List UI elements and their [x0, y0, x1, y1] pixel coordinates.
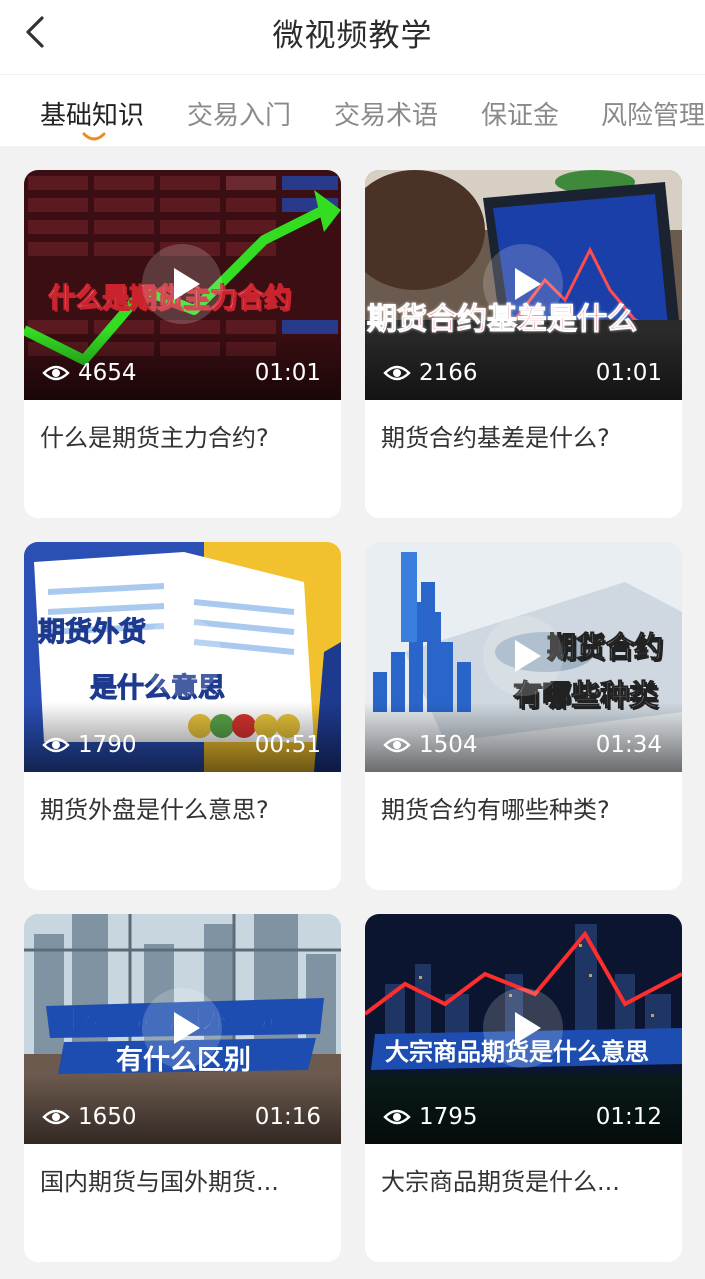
- play-button[interactable]: [142, 244, 222, 324]
- video-duration: 01:12: [595, 1104, 662, 1130]
- video-thumbnail: 期货合约基差是什么 2166 01:01: [365, 170, 682, 400]
- eye-icon: [383, 737, 411, 753]
- play-icon: [174, 268, 200, 300]
- view-count: 1504: [383, 732, 478, 758]
- view-count: 1795: [383, 1104, 478, 1130]
- view-count-value: 1790: [78, 732, 137, 758]
- video-title: 国内期货与国外期货...: [40, 1168, 279, 1196]
- video-title: 期货外盘是什么意思?: [40, 796, 269, 824]
- tab-trading-terms[interactable]: 交易术语: [334, 95, 438, 132]
- tab-trading-intro[interactable]: 交易入门: [187, 95, 291, 132]
- play-button[interactable]: [483, 988, 563, 1068]
- eye-icon: [42, 365, 70, 381]
- view-count-value: 2166: [419, 360, 478, 386]
- video-thumbnail: 期货外货 是什么意思 1790 00:51: [24, 542, 341, 772]
- play-button[interactable]: [483, 244, 563, 324]
- video-title: 什么是期货主力合约?: [40, 424, 269, 452]
- view-count-value: 1650: [78, 1104, 137, 1130]
- video-thumbnail: 大宗商品期货是什么意思 1795 01:12: [365, 914, 682, 1144]
- play-icon: [515, 268, 541, 300]
- video-duration: 00:51: [254, 732, 321, 758]
- thumbnail-overlay-text: 期货合约: [546, 630, 664, 665]
- video-duration: 01:01: [595, 360, 662, 386]
- video-card[interactable]: 国内期货与国外期货 有什么区别 1650 01:16 国内期货与国外期货...: [24, 914, 341, 1262]
- tab-basics[interactable]: 基础知识: [40, 95, 144, 132]
- eye-icon: [42, 1109, 70, 1125]
- view-count-value: 4654: [78, 360, 137, 386]
- video-duration: 01:34: [595, 732, 662, 758]
- video-thumbnail: 期货合约 有哪些种类 1504 01:34: [365, 542, 682, 772]
- play-icon: [515, 1012, 541, 1044]
- video-card[interactable]: 大宗商品期货是什么意思 1795 01:12 大宗商品期货是什么...: [365, 914, 682, 1262]
- page-title: 微视频教学: [272, 18, 433, 54]
- category-tabs: 基础知识 交易入门 交易术语 保证金 风险管理: [0, 74, 705, 146]
- video-card[interactable]: 什么是期货主力合约 4654 01:01 什么是期货主力合约?: [24, 170, 341, 518]
- eye-icon: [383, 1109, 411, 1125]
- video-card[interactable]: 期货合约基差是什么 2166 01:01 期货合约基差是什么?: [365, 170, 682, 518]
- play-button[interactable]: [142, 616, 222, 696]
- video-title: 期货合约基差是什么?: [381, 424, 610, 452]
- video-duration: 01:16: [254, 1104, 321, 1130]
- play-icon: [174, 640, 200, 672]
- video-title: 大宗商品期货是什么...: [381, 1168, 620, 1196]
- eye-icon: [42, 737, 70, 753]
- top-bar: 微视频教学: [0, 0, 705, 74]
- thumbnail-overlay-text: 期货外货: [38, 617, 147, 649]
- eye-icon: [383, 365, 411, 381]
- play-icon: [515, 640, 541, 672]
- play-button[interactable]: [142, 988, 222, 1068]
- video-card[interactable]: 期货合约 有哪些种类 1504 01:34 期货合约有哪些种类?: [365, 542, 682, 890]
- video-card[interactable]: 期货外货 是什么意思 1790 00:51 期货外盘是什么意思?: [24, 542, 341, 890]
- active-tab-indicator: [82, 132, 106, 141]
- view-count-value: 1795: [419, 1104, 478, 1130]
- view-count: 4654: [42, 360, 137, 386]
- video-duration: 01:01: [254, 360, 321, 386]
- video-thumbnail: 国内期货与国外期货 有什么区别 1650 01:16: [24, 914, 341, 1144]
- tab-risk-management[interactable]: 风险管理: [601, 95, 705, 132]
- video-thumbnail: 什么是期货主力合约 4654 01:01: [24, 170, 341, 400]
- video-title: 期货合约有哪些种类?: [381, 796, 610, 824]
- view-count: 2166: [383, 360, 478, 386]
- play-button[interactable]: [483, 616, 563, 696]
- view-count: 1650: [42, 1104, 137, 1130]
- view-count-value: 1504: [419, 732, 478, 758]
- play-icon: [174, 1012, 200, 1044]
- view-count: 1790: [42, 732, 137, 758]
- tab-margin[interactable]: 保证金: [481, 95, 559, 132]
